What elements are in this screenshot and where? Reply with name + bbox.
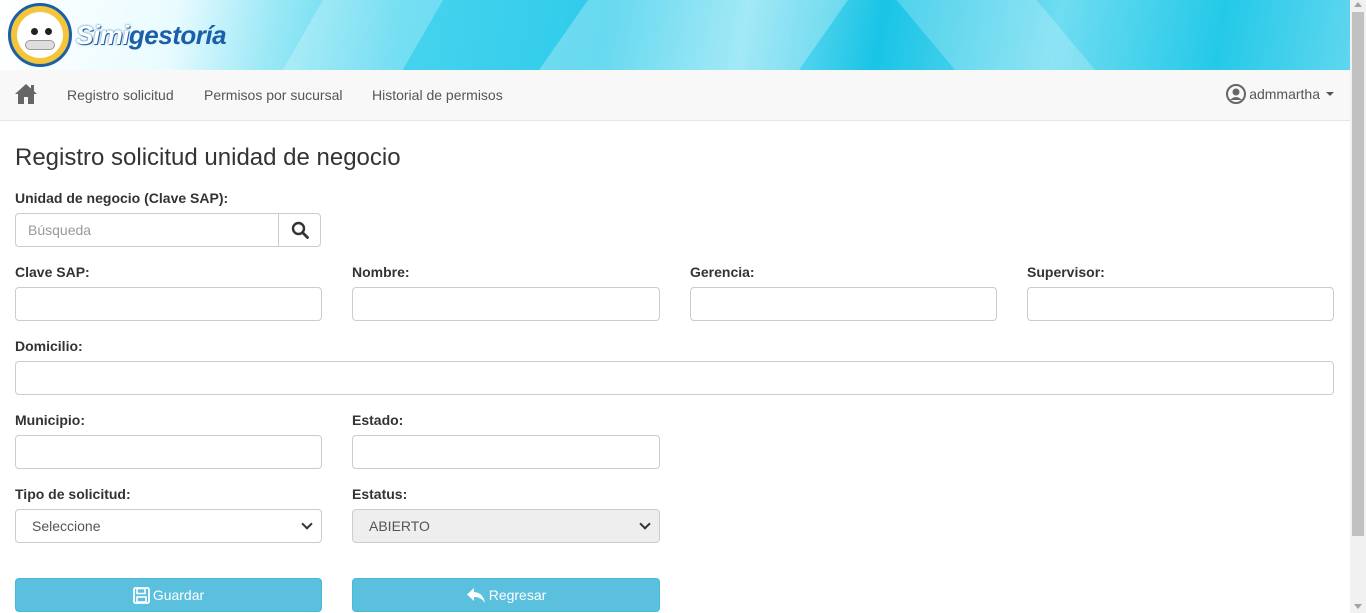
search-input[interactable] [15,213,278,247]
save-button-label: Guardar [152,587,205,603]
tipo-solicitud-select[interactable]: Seleccione [15,509,322,543]
navbar: Registro solicitud Permisos por sucursal… [0,70,1350,121]
chevron-down-icon [301,518,313,530]
domicilio-label: Domicilio: [15,338,83,354]
floppy-disk-icon [132,586,150,604]
nav-link-historial-de-permisos[interactable]: Historial de permisos [372,87,503,103]
back-button-label: Regresar [488,587,547,603]
brand-logo[interactable]: Simigestoría [8,3,227,67]
clave-sap-field[interactable] [15,287,322,321]
save-button[interactable]: Guardar [15,578,322,612]
brand-name: Simigestoría [76,19,227,50]
home-icon[interactable] [14,83,38,105]
scroll-up-icon[interactable] [1354,2,1362,7]
nav-link-permisos-por-sucursal[interactable]: Permisos por sucursal [204,87,343,103]
nav-link-registro-solicitud[interactable]: Registro solicitud [67,87,174,103]
user-menu[interactable]: admmartha [1226,84,1334,104]
unidad-negocio-label: Unidad de negocio (Clave SAP): [15,190,229,206]
scroll-down-icon[interactable] [1354,604,1362,609]
unidad-search-group [15,213,321,247]
caret-down-icon [1326,92,1334,96]
municipio-label: Municipio: [15,412,85,428]
banner-decoration [259,0,461,70]
gerencia-field[interactable] [690,287,997,321]
estatus-value: ABIERTO [369,518,430,534]
user-circle-icon [1226,84,1247,104]
supervisor-label: Supervisor: [1027,264,1105,280]
nombre-label: Nombre: [352,264,410,280]
mascot-logo-icon [8,3,72,67]
supervisor-field[interactable] [1027,287,1334,321]
clave-sap-label: Clave SAP: [15,264,90,280]
tipo-solicitud-value: Seleccione [32,518,101,534]
banner-decoration [503,0,877,70]
nombre-field[interactable] [352,287,660,321]
domicilio-field[interactable] [15,361,1334,395]
municipio-field[interactable] [15,435,322,469]
reply-arrow-icon [466,587,485,603]
scrollbar[interactable] [1350,0,1366,613]
banner-decoration [862,0,1138,70]
estatus-select: ABIERTO [352,509,660,543]
back-button[interactable]: Regresar [352,578,660,612]
search-icon [291,221,309,239]
estado-label: Estado: [352,412,404,428]
estado-field[interactable] [352,435,660,469]
search-button[interactable] [278,213,321,247]
chevron-down-icon [639,518,651,530]
estatus-label: Estatus: [352,486,408,502]
tipo-solicitud-label: Tipo de solicitud: [15,486,131,502]
page-title: Registro solicitud unidad de negocio [15,144,401,171]
header-banner: Simigestoría [0,0,1350,70]
gerencia-label: Gerencia: [690,264,755,280]
username: admmartha [1249,86,1320,102]
scrollbar-thumb[interactable] [1352,12,1364,536]
